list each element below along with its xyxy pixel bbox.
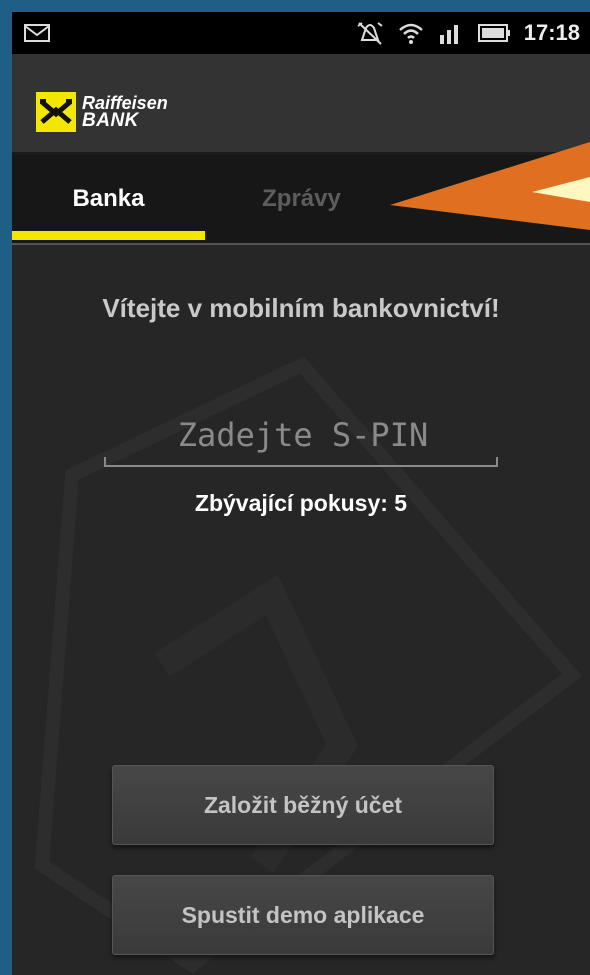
- annotation-arrow: [390, 142, 590, 230]
- phone-screen: 17:18 Raiffeisen BANK Banka Zprávy O: [12, 12, 590, 975]
